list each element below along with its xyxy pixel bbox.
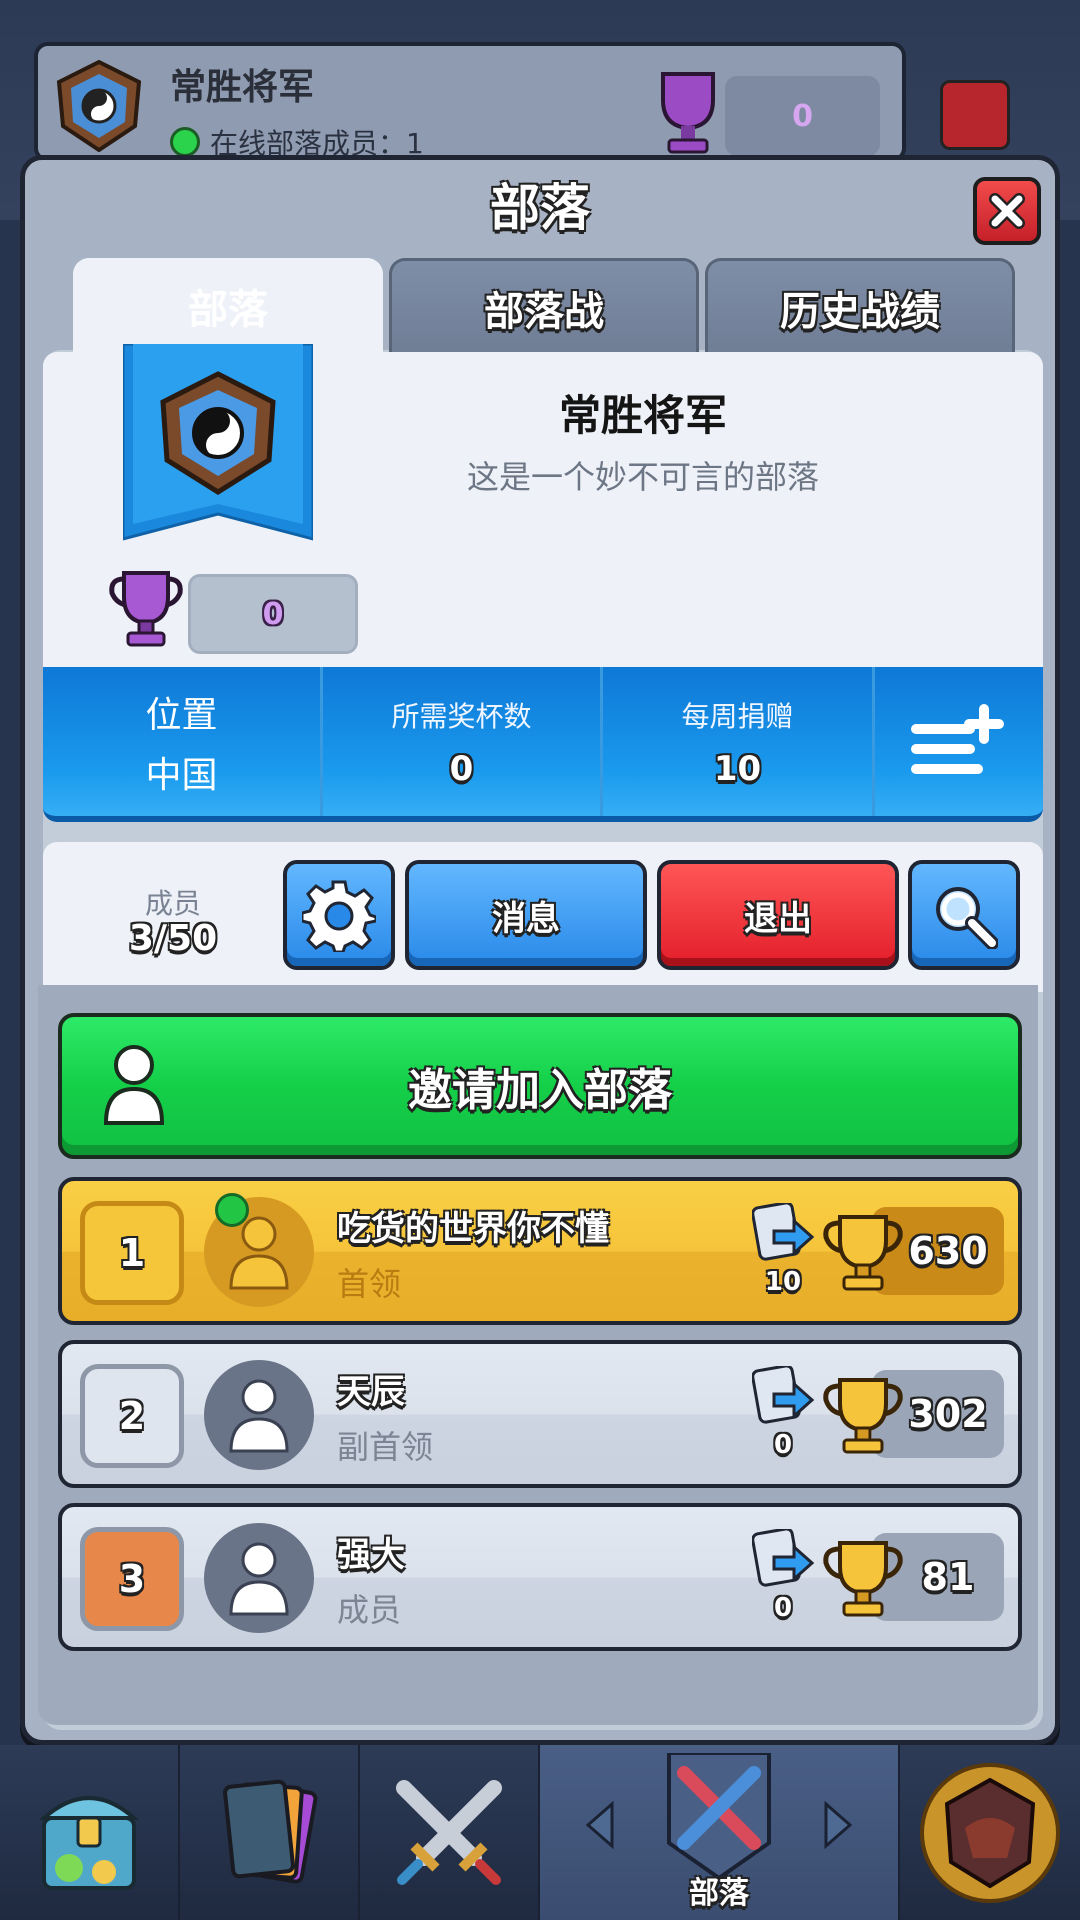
trophy-icon <box>823 1215 903 1291</box>
person-icon <box>229 1542 289 1616</box>
trophy-icon <box>823 1541 903 1617</box>
gear-icon <box>302 880 376 952</box>
member-role: 副首领 <box>337 1428 434 1466</box>
bottom-navigation: 部落 <box>0 1745 1080 1920</box>
message-button-label: 消息 <box>492 898 560 939</box>
tab-clan-war[interactable]: 部落战 <box>389 258 699 354</box>
avatar <box>204 1523 314 1633</box>
donation-card-icon <box>752 1203 814 1261</box>
clan-trophy-count: 0 <box>188 574 358 654</box>
rank-number: 2 <box>118 1394 146 1438</box>
rank-badge: 1 <box>80 1201 184 1305</box>
tab-history-label: 历史战绩 <box>780 288 940 335</box>
search-icon <box>936 887 998 949</box>
tab-history[interactable]: 历史战绩 <box>705 258 1015 354</box>
online-dot-icon <box>170 127 200 157</box>
member-donations: 10 <box>764 1267 802 1297</box>
stat-location: 位置 中国 <box>43 667 323 816</box>
background-clan-name: 常胜将军 <box>170 67 315 108</box>
list-plus-icon <box>911 703 1004 774</box>
settings-button[interactable] <box>283 860 395 970</box>
stat-weekly-donations-label: 每周捐赠 <box>681 699 794 733</box>
member-trophies: 630 <box>908 1229 988 1273</box>
member-donations: 0 <box>773 1430 793 1460</box>
stat-required-trophies-value: 0 <box>449 748 474 789</box>
leave-clan-button-label: 退出 <box>744 898 812 939</box>
nav-cards[interactable] <box>180 1745 360 1920</box>
clan-info-menu-button[interactable] <box>875 667 1043 816</box>
stat-required-trophies: 所需奖杯数 0 <box>323 667 603 816</box>
close-icon <box>989 193 1025 229</box>
leave-clan-button[interactable]: 退出 <box>657 860 899 970</box>
member-name: 天辰 <box>337 1372 405 1412</box>
background-close-button <box>940 80 1010 150</box>
stat-location-value: 中国 <box>145 754 218 796</box>
member-trophies: 302 <box>908 1392 988 1436</box>
rank-badge: 3 <box>80 1527 184 1631</box>
clan-stats-bar: 位置 中国 所需奖杯数 0 每周捐赠 10 <box>43 667 1043 822</box>
member-role: 首领 <box>337 1265 402 1303</box>
clan-banner-icon <box>123 344 313 541</box>
online-status-dot <box>215 1193 249 1227</box>
person-icon <box>229 1379 289 1453</box>
member-trophies: 81 <box>921 1555 975 1599</box>
avatar <box>204 1360 314 1470</box>
background-trophy-count: 0 <box>725 76 880 156</box>
clan-description: 这是一个妙不可言的部落 <box>466 458 819 496</box>
shop-chest-icon <box>38 1795 140 1890</box>
message-button[interactable]: 消息 <box>405 860 647 970</box>
clan-info-card: 常胜将军 这是一个妙不可言的部落 0 <box>43 344 1043 667</box>
trophy-icon <box>823 1378 903 1454</box>
member-row[interactable]: 3 强大 成员 0 81 <box>58 1503 1022 1651</box>
cards-icon <box>223 1779 318 1884</box>
tournament-icon <box>920 1762 1060 1903</box>
members-label: 成员 <box>144 887 201 920</box>
nav-battle[interactable] <box>360 1745 540 1920</box>
nav-clan-label: 部落 <box>689 1876 749 1911</box>
donation-card-icon <box>752 1529 814 1587</box>
tab-clan[interactable]: 部落 <box>73 258 383 354</box>
member-name: 强大 <box>337 1535 405 1575</box>
nav-tournament[interactable] <box>900 1745 1080 1920</box>
tab-clan-label: 部落 <box>188 287 268 333</box>
close-button[interactable] <box>973 177 1041 245</box>
clan-badge-icon <box>56 60 142 152</box>
member-donations: 0 <box>773 1593 793 1623</box>
member-row[interactable]: 2 天辰 副首领 0 302 <box>58 1340 1022 1488</box>
member-row[interactable]: 1 吃货的世界你不懂 首领 10 630 <box>58 1177 1022 1325</box>
stat-weekly-donations: 每周捐赠 10 <box>603 667 875 816</box>
chevron-left-icon <box>585 1800 614 1850</box>
rank-badge: 2 <box>80 1364 184 1468</box>
member-name: 吃货的世界你不懂 <box>337 1209 609 1249</box>
battle-swords-icon <box>396 1779 502 1885</box>
trophy-icon <box>109 571 183 647</box>
invite-to-clan-button[interactable]: 邀请加入部落 <box>58 1013 1022 1159</box>
clan-name: 常胜将军 <box>558 391 727 440</box>
stat-location-label: 位置 <box>145 694 218 736</box>
clan-shield-icon <box>667 1752 771 1880</box>
tab-clan-war-label: 部落战 <box>484 288 604 335</box>
stat-required-trophies-label: 所需奖杯数 <box>391 699 532 733</box>
stat-weekly-donations-value: 10 <box>713 748 762 789</box>
invite-to-clan-label: 邀请加入部落 <box>408 1065 672 1116</box>
modal-title: 部落 <box>490 179 590 237</box>
trophy-icon <box>661 72 715 154</box>
search-button[interactable] <box>908 860 1020 970</box>
donation-card-icon <box>752 1366 814 1424</box>
members-count: 3/50 <box>128 918 218 959</box>
chevron-right-icon <box>824 1800 853 1850</box>
nav-clan[interactable]: 部落 <box>540 1745 900 1920</box>
nav-shop[interactable] <box>0 1745 180 1920</box>
member-role: 成员 <box>337 1591 402 1629</box>
rank-number: 3 <box>118 1557 146 1601</box>
rank-number: 1 <box>118 1231 146 1275</box>
